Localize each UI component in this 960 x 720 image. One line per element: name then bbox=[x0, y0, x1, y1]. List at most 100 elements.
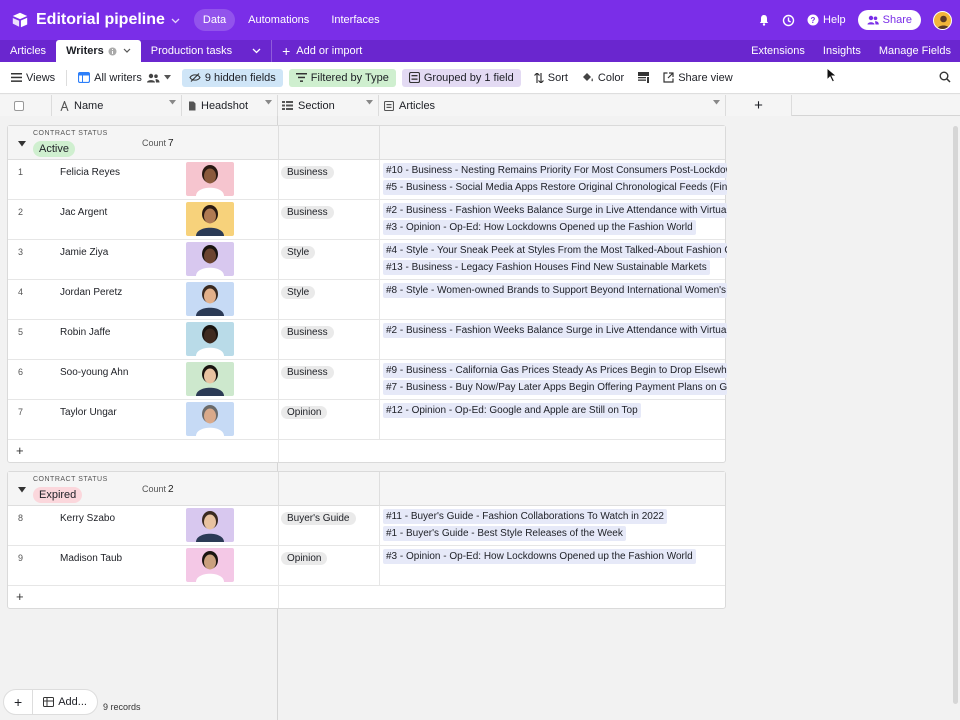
articles-cell[interactable]: #2 - Business - Fashion Weeks Balance Su… bbox=[383, 323, 727, 340]
table-row[interactable]: 7 Taylor Ungar Opinion #12 - Opinion - Op-E… bbox=[8, 400, 725, 440]
tab-articles[interactable]: Articles bbox=[0, 40, 56, 62]
tab-production-tasks[interactable]: Production tasks bbox=[141, 40, 242, 62]
extensions-button[interactable]: Extensions bbox=[742, 40, 814, 62]
table-row[interactable]: 8 Kerry Szabo Buyer's Guide #11 - Buyer's G… bbox=[8, 506, 725, 546]
articles-cell[interactable]: #12 - Opinion - Op-Ed: Google and Apple … bbox=[383, 403, 727, 420]
chevron-down-icon[interactable] bbox=[713, 100, 720, 105]
linked-article-chip[interactable]: #13 - Business - Legacy Fashion Houses F… bbox=[383, 260, 710, 275]
share-button[interactable]: Share bbox=[857, 10, 921, 30]
table-row[interactable]: 9 Madison Taub Opinion #3 - Opinion - Op-Ed… bbox=[8, 546, 725, 586]
writer-name[interactable]: Felicia Reyes bbox=[60, 167, 120, 178]
articles-cell[interactable]: #4 - Style - Your Sneak Peek at Styles F… bbox=[383, 243, 727, 277]
writer-name[interactable]: Robin Jaffe bbox=[60, 327, 110, 338]
headshot-thumbnail[interactable] bbox=[186, 402, 234, 436]
nav-data[interactable]: Data bbox=[193, 9, 236, 31]
column-header-section[interactable]: Section bbox=[278, 95, 379, 116]
color-button[interactable]: Color bbox=[575, 69, 631, 87]
nav-automations[interactable]: Automations bbox=[239, 9, 318, 31]
group-button[interactable]: Grouped by 1 field bbox=[401, 68, 521, 87]
caret-down-icon[interactable] bbox=[18, 487, 26, 493]
user-avatar[interactable] bbox=[933, 10, 952, 30]
linked-article-chip[interactable]: #5 - Business - Social Media Apps Restor… bbox=[383, 180, 727, 195]
section-tag[interactable]: Business bbox=[281, 366, 334, 379]
chevron-down-icon[interactable] bbox=[366, 100, 373, 105]
linked-article-chip[interactable]: #2 - Business - Fashion Weeks Balance Su… bbox=[383, 323, 727, 338]
articles-cell[interactable]: #10 - Business - Nesting Remains Priorit… bbox=[383, 163, 727, 197]
tab-writers[interactable]: Writers bbox=[56, 40, 141, 62]
linked-article-chip[interactable]: #4 - Style - Your Sneak Peek at Styles F… bbox=[383, 243, 727, 258]
share-view-button[interactable]: Share view bbox=[656, 69, 739, 87]
linked-article-chip[interactable]: #12 - Opinion - Op-Ed: Google and Apple … bbox=[383, 403, 641, 418]
vertical-scrollbar[interactable] bbox=[953, 126, 958, 704]
writer-name[interactable]: Taylor Ungar bbox=[60, 407, 117, 418]
select-all-cell[interactable] bbox=[0, 95, 52, 116]
headshot-thumbnail[interactable] bbox=[186, 548, 234, 582]
view-switcher[interactable]: All writers bbox=[71, 69, 178, 87]
table-row[interactable]: 3 Jamie Ziya Style #4 - Style - Your Sneak … bbox=[8, 240, 727, 280]
plus-icon[interactable]: + bbox=[16, 443, 24, 458]
linked-article-chip[interactable]: #2 - Business - Fashion Weeks Balance Su… bbox=[383, 203, 727, 218]
section-tag[interactable]: Style bbox=[281, 246, 316, 259]
linked-article-chip[interactable]: #10 - Business - Nesting Remains Priorit… bbox=[383, 163, 727, 178]
headshot-thumbnail[interactable] bbox=[186, 362, 234, 396]
bell-icon[interactable] bbox=[758, 14, 770, 26]
section-tag[interactable]: Business bbox=[281, 166, 334, 179]
linked-article-chip[interactable]: #7 - Business - Buy Now/Pay Later Apps B… bbox=[383, 380, 727, 395]
writer-name[interactable]: Jac Argent bbox=[60, 207, 107, 218]
column-header-headshot[interactable]: Headshot bbox=[182, 95, 278, 116]
group-header[interactable]: CONTRACT STATUS Active Count 7 bbox=[8, 126, 725, 160]
headshot-thumbnail[interactable] bbox=[186, 162, 234, 196]
column-header-name[interactable]: Name bbox=[52, 95, 182, 116]
headshot-thumbnail[interactable] bbox=[186, 202, 234, 236]
table-row[interactable]: 4 Jordan Peretz Style #8 - Style - Women-ow… bbox=[8, 280, 727, 320]
hidden-fields-button[interactable]: 9 hidden fields bbox=[181, 68, 283, 87]
add-record-button[interactable]: + bbox=[4, 690, 34, 714]
linked-article-chip[interactable]: #3 - Opinion - Op-Ed: How Lockdowns Open… bbox=[383, 549, 696, 564]
insights-button[interactable]: Insights bbox=[814, 40, 870, 62]
views-button[interactable]: Views bbox=[4, 69, 62, 87]
articles-cell[interactable]: #3 - Opinion - Op-Ed: How Lockdowns Open… bbox=[383, 549, 727, 566]
airtable-logo-icon[interactable] bbox=[11, 11, 29, 29]
linked-article-chip[interactable]: #8 - Style - Women-owned Brands to Suppo… bbox=[383, 283, 727, 298]
history-icon[interactable] bbox=[782, 14, 795, 27]
sort-button[interactable]: Sort bbox=[527, 69, 575, 87]
add-options-button[interactable]: Add... bbox=[33, 696, 97, 708]
column-header-articles[interactable]: Articles bbox=[379, 95, 726, 116]
headshot-thumbnail[interactable] bbox=[186, 508, 234, 542]
add-field-button[interactable]: + bbox=[726, 95, 792, 116]
linked-article-chip[interactable]: #1 - Buyer's Guide - Best Style Releases… bbox=[383, 526, 626, 541]
articles-cell[interactable]: #8 - Style - Women-owned Brands to Suppo… bbox=[383, 283, 727, 300]
writer-name[interactable]: Soo-young Ahn bbox=[60, 367, 128, 378]
section-tag[interactable]: Style bbox=[281, 286, 316, 299]
headshot-thumbnail[interactable] bbox=[186, 242, 234, 276]
add-record-row[interactable]: + bbox=[8, 440, 725, 462]
base-title[interactable]: Editorial pipeline bbox=[36, 11, 165, 29]
row-height-button[interactable] bbox=[631, 69, 656, 86]
articles-cell[interactable]: #11 - Buyer's Guide - Fashion Collaborat… bbox=[383, 509, 727, 543]
linked-article-chip[interactable]: #9 - Business - California Gas Prices St… bbox=[383, 363, 727, 378]
writer-name[interactable]: Jamie Ziya bbox=[60, 247, 108, 258]
headshot-thumbnail[interactable] bbox=[186, 322, 234, 356]
filter-button[interactable]: Filtered by Type bbox=[288, 68, 396, 87]
table-row[interactable]: 2 Jac Argent Business #2 - Business - Fashi… bbox=[8, 200, 727, 240]
section-tag[interactable]: Business bbox=[281, 326, 334, 339]
linked-article-chip[interactable]: #3 - Opinion - Op-Ed: How Lockdowns Open… bbox=[383, 220, 696, 235]
headshot-thumbnail[interactable] bbox=[186, 282, 234, 316]
chevron-down-icon[interactable] bbox=[171, 18, 180, 24]
plus-icon[interactable]: + bbox=[16, 589, 24, 604]
section-tag[interactable]: Opinion bbox=[281, 552, 328, 565]
section-tag[interactable]: Opinion bbox=[281, 406, 328, 419]
table-row[interactable]: 5 Robin Jaffe Business #2 - Business - Fash… bbox=[8, 320, 727, 360]
group-header[interactable]: CONTRACT STATUS Expired Count 2 bbox=[8, 472, 725, 506]
articles-cell[interactable]: #9 - Business - California Gas Prices St… bbox=[383, 363, 727, 397]
linked-article-chip[interactable]: #11 - Buyer's Guide - Fashion Collaborat… bbox=[383, 509, 667, 524]
table-row[interactable]: 6 Soo-young Ahn Business #9 - Business - Ca… bbox=[8, 360, 727, 400]
more-tables-button[interactable] bbox=[242, 40, 271, 62]
chevron-down-icon[interactable] bbox=[265, 100, 272, 105]
help-button[interactable]: ? Help bbox=[807, 14, 846, 26]
add-or-import-button[interactable]: + Add or import bbox=[271, 40, 372, 62]
search-icon[interactable] bbox=[939, 71, 951, 83]
section-tag[interactable]: Business bbox=[281, 206, 334, 219]
add-record-row[interactable]: + bbox=[8, 586, 725, 608]
table-row[interactable]: 1 Felicia Reyes Business #10 - Business - N… bbox=[8, 160, 727, 200]
